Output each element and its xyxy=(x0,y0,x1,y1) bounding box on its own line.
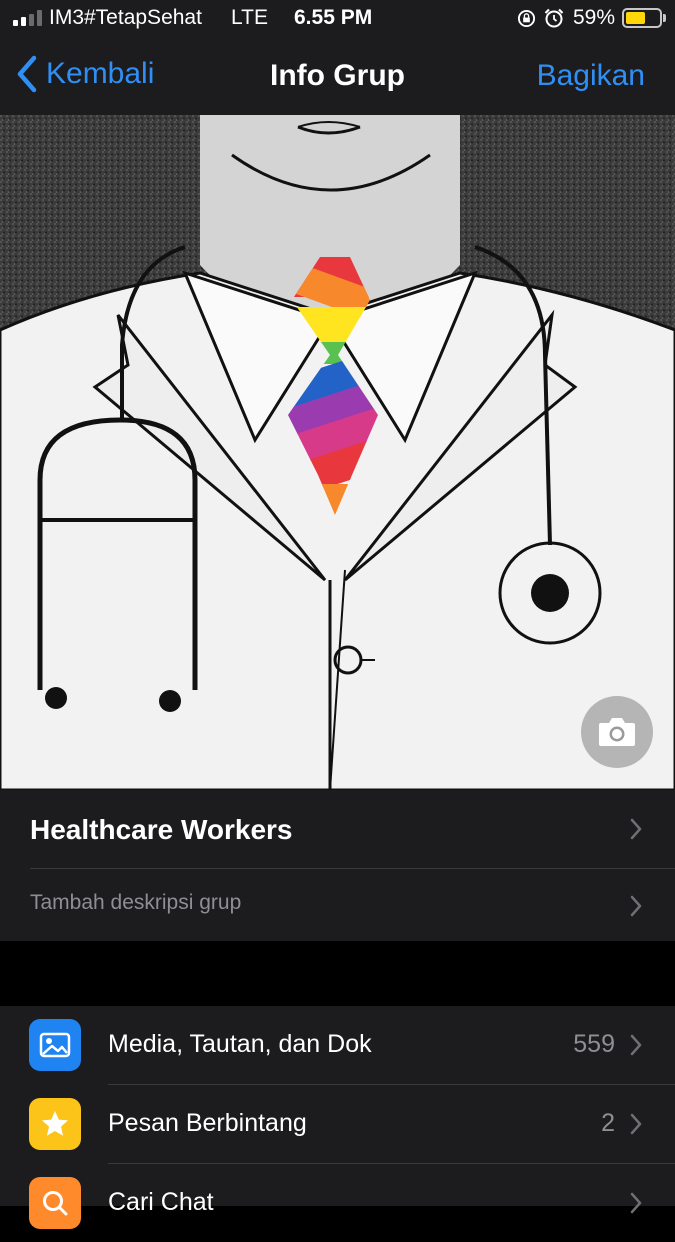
chevron-right-icon xyxy=(630,1192,642,1214)
signal-strength-icon xyxy=(13,10,42,26)
media-icon-tile xyxy=(29,1019,81,1071)
starred-icon-tile xyxy=(29,1098,81,1150)
change-photo-button[interactable] xyxy=(581,696,653,768)
share-button[interactable]: Bagikan xyxy=(537,59,645,93)
media-links-docs-label: Media, Tautan, dan Dok xyxy=(108,1030,372,1058)
star-icon xyxy=(42,1111,68,1136)
search-icon xyxy=(43,1191,68,1216)
battery-tip xyxy=(663,14,666,22)
chevron-right-icon xyxy=(630,1113,642,1135)
group-photo[interactable] xyxy=(0,115,675,790)
starred-count: 2 xyxy=(601,1109,615,1137)
media-count: 559 xyxy=(573,1030,615,1058)
group-description-placeholder: Tambah deskripsi grup xyxy=(30,891,242,914)
status-bar: IM3#TetapSehat LTE 6.55 PM 59% xyxy=(0,0,675,38)
group-actions-list: Media, Tautan, dan Dok 559 Pesan Berbint… xyxy=(0,1006,675,1229)
camera-icon xyxy=(599,718,635,746)
clock: 6.55 PM xyxy=(294,6,373,29)
photo-icon xyxy=(39,1032,71,1058)
network-type: LTE xyxy=(231,6,268,29)
search-chat-label: Cari Chat xyxy=(108,1188,214,1216)
search-chat-row[interactable]: Cari Chat xyxy=(0,1164,675,1242)
group-info-card: Healthcare Workers Tambah deskripsi grup xyxy=(0,790,675,941)
carrier-name: IM3#TetapSehat xyxy=(49,6,202,29)
group-description-row[interactable]: Tambah deskripsi grup xyxy=(0,869,675,941)
battery-percentage: 59% xyxy=(573,6,616,29)
alarm-icon xyxy=(544,8,564,28)
navigation-bar: Kembali Info Grup Bagikan xyxy=(0,38,675,115)
starred-messages-row[interactable]: Pesan Berbintang 2 xyxy=(0,1085,675,1163)
group-name-row[interactable]: Healthcare Workers xyxy=(0,790,675,868)
chevron-right-icon xyxy=(630,895,642,917)
chevron-right-icon xyxy=(630,818,642,840)
search-icon-tile xyxy=(29,1177,81,1229)
doctor-illustration xyxy=(0,115,675,790)
chevron-right-icon xyxy=(630,1034,642,1056)
media-links-docs-row[interactable]: Media, Tautan, dan Dok 559 xyxy=(0,1006,675,1084)
group-name: Healthcare Workers xyxy=(30,814,293,845)
starred-messages-label: Pesan Berbintang xyxy=(108,1109,307,1137)
rotation-lock-icon xyxy=(517,9,536,28)
battery-icon xyxy=(622,8,662,28)
battery-level-fill xyxy=(626,12,645,24)
